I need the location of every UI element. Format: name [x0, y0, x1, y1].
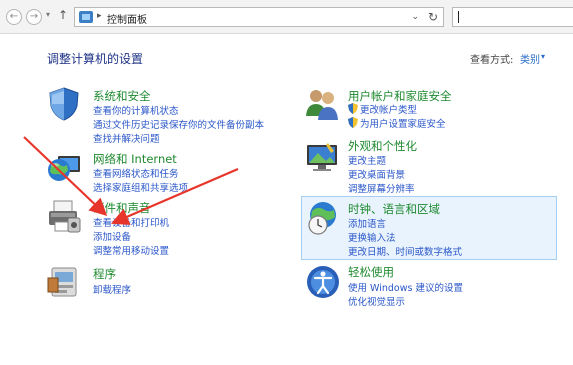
- annotation-arrow-right: [110, 167, 239, 225]
- control-panel-window: { "addressbar": { "path": "控制面板", "back_…: [0, 0, 573, 365]
- annotation-arrow-left: [23, 136, 108, 217]
- annotation-arrows: [23, 136, 239, 225]
